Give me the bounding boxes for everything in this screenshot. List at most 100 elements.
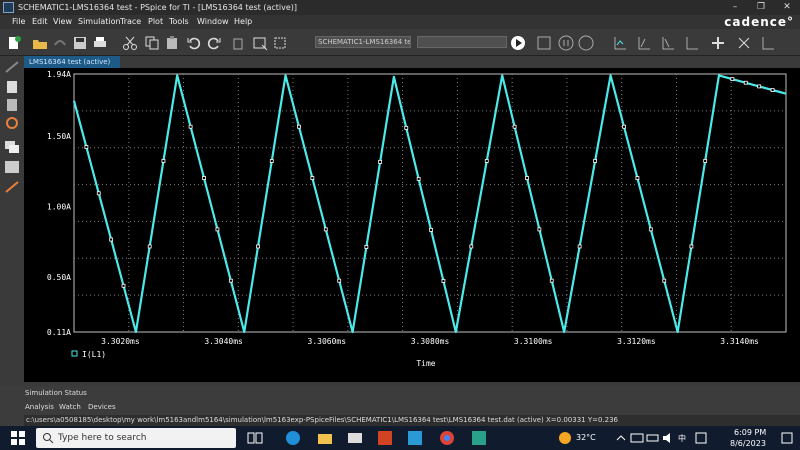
y-tick-label: 1.94A: [47, 70, 71, 79]
cursor-slope-icon[interactable]: [684, 35, 700, 51]
trace-sample-point: [416, 176, 421, 181]
tab-plot-window[interactable]: LMS16364 test (active): [24, 56, 120, 68]
y-tick-label: 1.00A: [47, 203, 71, 212]
paste-icon[interactable]: [164, 35, 180, 51]
menu-edit[interactable]: Edit: [32, 15, 48, 29]
close-button[interactable]: ✕: [774, 0, 800, 15]
notification-icon[interactable]: [778, 429, 796, 447]
menu-help[interactable]: Help: [234, 15, 252, 29]
redo-icon[interactable]: [206, 35, 222, 51]
add-trace-icon[interactable]: [736, 35, 752, 51]
output-file-icon[interactable]: [4, 98, 20, 112]
chrome-icon[interactable]: [438, 429, 456, 447]
menu-view[interactable]: View: [53, 15, 72, 29]
settings-icon[interactable]: [4, 116, 20, 130]
maximize-button[interactable]: ❐: [748, 0, 774, 15]
pspice-icon[interactable]: [406, 429, 424, 447]
file-explorer-icon[interactable]: [316, 429, 334, 447]
y-tick-label: 0.11A: [47, 328, 71, 337]
x-tick-label: 3.3020ms: [101, 337, 140, 346]
left-toolbar: [0, 56, 24, 386]
tab-devices[interactable]: Devices: [88, 403, 116, 411]
tile-icon[interactable]: [4, 160, 20, 174]
cadence-logo: cadence°: [724, 15, 794, 29]
run-icon[interactable]: [510, 35, 526, 51]
task-view-icon[interactable]: [246, 429, 264, 447]
pspice-active-icon[interactable]: [470, 429, 488, 447]
menu-trace[interactable]: Trace: [120, 15, 141, 29]
tab-analysis[interactable]: Analysis: [25, 403, 54, 411]
minimize-button[interactable]: –: [722, 0, 748, 15]
clock-date[interactable]: 8/6/2023: [730, 439, 766, 448]
open-icon[interactable]: [32, 35, 48, 51]
ime-icon[interactable]: [692, 429, 710, 447]
zoom-fit-icon[interactable]: [272, 35, 288, 51]
plot-window[interactable]: 3.3020ms 3.3040ms 3.3060ms 3.3080ms 3.3100ms…: [24, 68, 800, 382]
trace-sample-point: [549, 278, 554, 283]
trace-sample-point: [525, 176, 529, 180]
tab-watch[interactable]: Watch: [59, 403, 81, 411]
eval-icon[interactable]: [760, 35, 776, 51]
delete-icon[interactable]: [230, 35, 246, 51]
pause-icon[interactable]: [558, 35, 574, 51]
menu-bar: File Edit View Simulation Trace Plot Too…: [0, 15, 800, 29]
cursor-peak-icon[interactable]: [636, 35, 652, 51]
windows-start-icon[interactable]: [9, 429, 27, 447]
trace-sample-point: [593, 159, 598, 163]
stop-icon[interactable]: [578, 35, 594, 51]
menu-file[interactable]: File: [12, 15, 25, 29]
x-tick-label: 3.3080ms: [411, 337, 450, 346]
copy-icon[interactable]: [144, 35, 160, 51]
save-data-icon[interactable]: [536, 35, 552, 51]
trace-sample-point: [121, 283, 126, 288]
probe-icon[interactable]: [4, 60, 20, 74]
zoom-icon[interactable]: [252, 35, 268, 51]
trace-sample-point: [84, 145, 89, 149]
mail-icon[interactable]: [346, 429, 364, 447]
trace-sample-point: [256, 244, 260, 249]
menu-window[interactable]: Window: [197, 15, 229, 29]
edge-icon[interactable]: [284, 429, 302, 447]
cut-icon[interactable]: [122, 35, 138, 51]
simulation-profile-field[interactable]: SCHEMATIC1-LMS16364 test: [315, 36, 411, 48]
trace-sample-point: [757, 84, 762, 89]
volume-icon[interactable]: [660, 429, 678, 447]
new-icon[interactable]: [6, 35, 22, 51]
menu-plot[interactable]: Plot: [148, 15, 163, 29]
trace-sample-point: [662, 278, 667, 283]
undo-icon[interactable]: [186, 35, 202, 51]
powerpoint-icon[interactable]: [376, 429, 394, 447]
trace-sample-point: [297, 124, 301, 129]
trace-sample-point: [378, 159, 383, 164]
search-icon: [43, 433, 54, 444]
undo-disabled-icon[interactable]: [52, 35, 68, 51]
document-icon[interactable]: [4, 80, 20, 94]
cursor-trough-icon[interactable]: [660, 35, 676, 51]
cursor-icon[interactable]: [612, 35, 628, 51]
waveform-chart[interactable]: 3.3020ms 3.3040ms 3.3060ms 3.3080ms 3.3100ms…: [24, 68, 800, 382]
trace-sample-point: [228, 278, 233, 283]
taskbar-search[interactable]: Type here to search: [36, 428, 236, 448]
save-icon[interactable]: [72, 35, 88, 51]
marker-icon[interactable]: [710, 35, 726, 51]
trace-sample-point: [188, 124, 193, 129]
trace-sample-point: [202, 176, 206, 180]
simulation-status-panel: Simulation Status Analysis Watch Devices…: [0, 386, 800, 426]
menu-simulation[interactable]: Simulation: [78, 15, 121, 29]
legend-marker: [71, 350, 78, 357]
cascade-icon[interactable]: [4, 140, 20, 154]
y-tick-label: 1.50A: [47, 132, 71, 141]
trace-sample-point: [364, 245, 369, 249]
app-icon: [3, 2, 14, 13]
trace-sample-point: [635, 176, 640, 180]
print-icon[interactable]: [92, 35, 108, 51]
clock-time[interactable]: 6:09 PM: [734, 428, 766, 437]
weather-temp[interactable]: 32°C: [576, 433, 596, 442]
marker-tool-icon[interactable]: [4, 180, 20, 194]
trace-sample-point: [429, 228, 433, 232]
input-language[interactable]: 中: [678, 433, 686, 444]
menu-tools[interactable]: Tools: [169, 15, 189, 29]
trace-sample-point: [730, 77, 735, 81]
weather-icon: [559, 432, 571, 444]
status-title: Simulation Status: [25, 389, 87, 397]
